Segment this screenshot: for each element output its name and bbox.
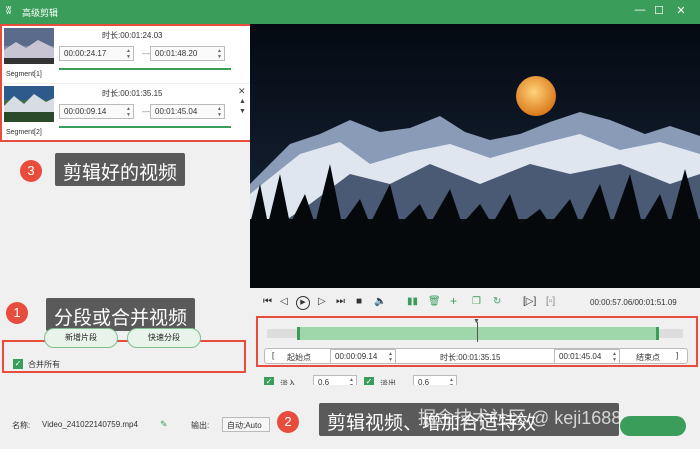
- timeline-track: [267, 329, 297, 338]
- playback-time: 00:00:57.06/00:01:51.09: [590, 298, 677, 307]
- skip-to-end-icon[interactable]: ⏭: [336, 296, 345, 307]
- split-icon[interactable]: ▮▮: [407, 296, 418, 307]
- new-segment-button[interactable]: 新增片段: [44, 328, 118, 348]
- window-title: 高级剪辑: [22, 8, 59, 18]
- annotation-number: 1: [6, 302, 28, 324]
- video-preview[interactable]: [250, 24, 700, 288]
- merge-all-checkbox[interactable]: ✓: [13, 359, 23, 369]
- end-bracket: ]: [676, 351, 679, 360]
- skip-to-start-icon[interactable]: ⏮: [263, 296, 272, 307]
- playhead-marker-icon: ▼: [473, 318, 480, 325]
- volume-icon[interactable]: 🔈: [374, 296, 386, 307]
- annotation-label: 剪辑好的视频: [55, 153, 186, 186]
- name-label: 名称:: [12, 421, 31, 430]
- trash-icon[interactable]: 🗑: [428, 296, 441, 307]
- end-time-input[interactable]: 00:01:45.04 ▲ ▼: [554, 349, 620, 364]
- stop-icon[interactable]: ■: [356, 296, 362, 307]
- merge-all-label: 合并所有: [28, 360, 60, 369]
- output-filename: Video_241022140759.mp4: [42, 420, 138, 429]
- prev-frame-icon[interactable]: ◁: [280, 296, 288, 307]
- output-label: 输出:: [191, 421, 210, 430]
- output-format-select[interactable]: 自动;Auto: [222, 417, 270, 432]
- copy-icon[interactable]: ❐: [472, 296, 481, 307]
- annotation-number: 3: [20, 160, 42, 182]
- mark-in-icon[interactable]: [▷]: [523, 296, 536, 307]
- next-frame-icon[interactable]: ▷: [318, 296, 326, 307]
- confirm-button[interactable]: [620, 416, 686, 436]
- playhead[interactable]: [477, 322, 478, 342]
- edit-name-icon[interactable]: ✎: [160, 419, 168, 430]
- play-icon[interactable]: ▶: [296, 296, 310, 310]
- timeline-track: [659, 329, 683, 338]
- minimize-button[interactable]: —: [632, 4, 648, 16]
- title-bar: ʬ 高级剪辑 — ☐ ✕: [0, 0, 700, 24]
- quick-split-button[interactable]: 快速分段: [127, 328, 201, 348]
- app-logo-icon: ʬ: [6, 5, 12, 17]
- annotation-label: 分段或合并视频: [46, 298, 196, 331]
- annotation-number: 2: [277, 411, 299, 433]
- end-point-button[interactable]: 结束点: [636, 352, 660, 363]
- reset-icon[interactable]: ↻: [493, 296, 501, 307]
- close-button[interactable]: ✕: [673, 4, 689, 17]
- start-point-button[interactable]: 起始点: [287, 352, 311, 363]
- video-frame: [250, 24, 700, 288]
- mark-out-icon[interactable]: [▫]: [546, 296, 555, 307]
- start-time-input[interactable]: 00:00:09.14 ▲ ▼: [330, 349, 396, 364]
- watermark-text: 掘金技术社区 @ keji1688: [418, 408, 622, 428]
- timeline-selection[interactable]: [297, 327, 659, 340]
- highlight-box: [0, 24, 252, 142]
- add-icon[interactable]: +: [450, 294, 457, 308]
- start-bracket: [: [272, 351, 275, 360]
- trim-duration: 时长:00:01:35.15: [440, 353, 501, 362]
- maximize-button[interactable]: ☐: [651, 4, 667, 17]
